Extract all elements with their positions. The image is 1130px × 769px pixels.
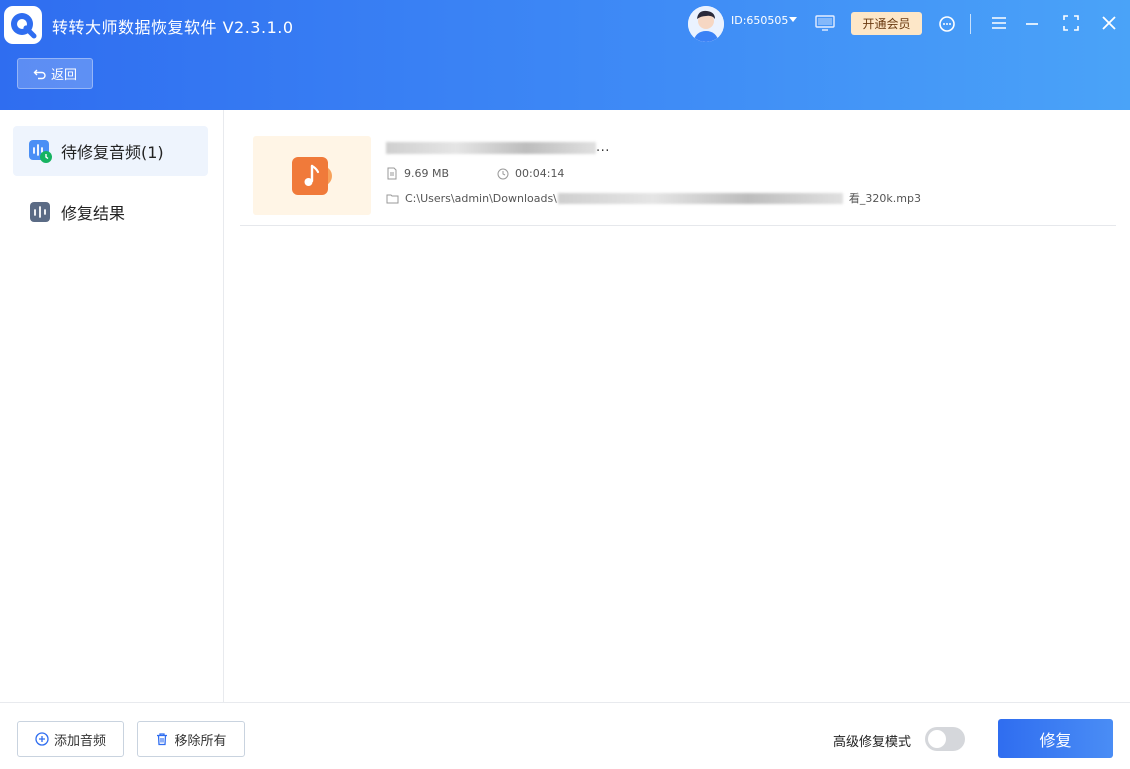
back-button-label: 返回 [50, 68, 77, 83]
file-meta: 9.69 MB 00:04:14 [386, 167, 564, 180]
user-avatar[interactable] [688, 6, 724, 42]
audio-file-list: ... 9.69 MB 00:04:14 C:\Users\admin\Down… [224, 110, 1130, 702]
advanced-mode-label: 高级修复模式 [833, 735, 912, 750]
sidebar-item-label: 修复结果 [61, 204, 126, 223]
clock-icon [497, 168, 509, 179]
app-title: 转转大师数据恢复软件 V2.3.1.0 [52, 18, 294, 37]
toggle-knob [928, 730, 946, 748]
back-arrow-icon [33, 69, 46, 79]
vip-button[interactable]: 开通会员 [851, 12, 922, 35]
back-button[interactable]: 返回 [17, 58, 93, 89]
advanced-mode-toggle[interactable] [925, 727, 965, 751]
app-logo-icon [4, 6, 42, 44]
menu-icon[interactable] [990, 14, 1008, 36]
path-prefix: C:\Users\admin\Downloads\ [405, 191, 557, 205]
music-file-icon [292, 156, 332, 195]
monitor-icon[interactable] [815, 15, 835, 35]
redacted-path [557, 192, 843, 204]
file-path: C:\Users\admin\Downloads\ 看_320k.mp3 [386, 190, 921, 206]
minimize-icon[interactable] [1024, 14, 1040, 36]
add-audio-label: 添加音频 [53, 733, 106, 749]
trash-icon [157, 733, 168, 746]
path-suffix: 看_320k.mp3 [848, 192, 921, 205]
footer-bar: 添加音频 移除所有 高级修复模式 修复 [0, 702, 1130, 769]
repair-results-icon [29, 201, 51, 223]
redacted-file-name [386, 141, 596, 154]
file-size: 9.69 MB [404, 167, 450, 180]
file-size-icon [387, 167, 397, 180]
file-duration: 00:04:14 [515, 167, 565, 180]
header-separator [970, 14, 971, 34]
user-id[interactable]: ID:650505 [731, 14, 788, 27]
sidebar: 待修复音频(1) 修复结果 [0, 110, 224, 702]
sidebar-item-repair-results[interactable]: 修复结果 [13, 187, 208, 237]
remove-all-button[interactable]: 移除所有 [137, 721, 245, 757]
repair-button[interactable]: 修复 [998, 719, 1113, 758]
add-audio-button[interactable]: 添加音频 [17, 721, 124, 757]
sidebar-item-label: 待修复音频(1) [61, 143, 164, 162]
sidebar-item-pending-audio[interactable]: 待修复音频(1) [13, 126, 208, 176]
pending-audio-icon [29, 140, 52, 163]
user-menu-caret-icon[interactable] [789, 17, 797, 22]
file-name: ... [386, 140, 610, 155]
close-icon[interactable] [1100, 14, 1118, 36]
maximize-icon[interactable] [1062, 14, 1080, 36]
support-chat-icon[interactable] [937, 14, 957, 38]
app-header: 转转大师数据恢复软件 V2.3.1.0 返回 ID:650505 开通会员 [0, 0, 1130, 110]
list-item[interactable]: ... 9.69 MB 00:04:14 C:\Users\admin\Down… [240, 130, 1116, 226]
plus-circle-icon [35, 732, 49, 746]
remove-all-label: 移除所有 [174, 733, 227, 749]
folder-icon [386, 194, 399, 203]
audio-thumbnail [253, 136, 371, 215]
